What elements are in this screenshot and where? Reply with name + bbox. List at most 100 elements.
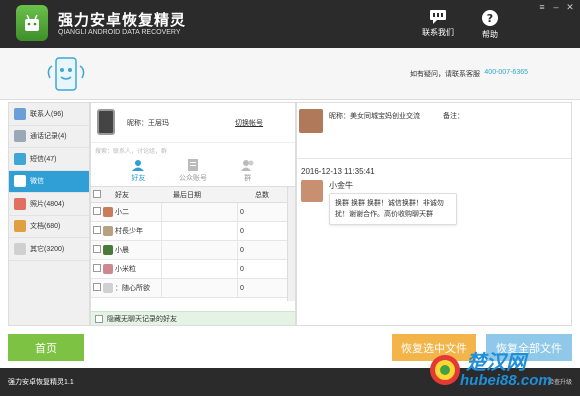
support-phone: 400-007-6365 bbox=[484, 69, 528, 76]
phone-mascot-icon bbox=[47, 57, 85, 91]
row-checkbox[interactable] bbox=[93, 264, 101, 274]
support-hint: 如有疑问，请联系客服 bbox=[410, 71, 480, 78]
sidebar-item-photos[interactable]: 照片(4804) bbox=[9, 193, 89, 216]
person-icon bbox=[132, 160, 145, 171]
tab-groups[interactable]: 群 bbox=[228, 159, 268, 183]
avatar bbox=[103, 264, 113, 274]
row-checkbox[interactable] bbox=[93, 245, 101, 255]
home-button[interactable]: 首页 bbox=[8, 334, 84, 361]
avatar bbox=[301, 180, 323, 202]
table-row[interactable]: 小米粒 0 bbox=[91, 260, 295, 279]
message-icon bbox=[14, 152, 26, 165]
sidebar-item-contacts[interactable]: 联系人(96) bbox=[9, 103, 89, 126]
watermark-title: 楚汉网 bbox=[466, 352, 526, 374]
app-logo bbox=[16, 5, 48, 41]
friend-list: 小二 0 村長少年 0 小晨 0 小米粒 0 ：随心所欲 0 bbox=[91, 203, 295, 298]
tab-label: 好友 bbox=[131, 175, 146, 182]
contact-header: 昵称：美女同城宝妈创业交流 备注： bbox=[297, 103, 571, 159]
svg-text:?: ? bbox=[487, 12, 493, 25]
account-nickname: 昵称：王层玛 bbox=[127, 120, 169, 127]
contact-note: 备注： bbox=[443, 113, 464, 120]
row-checkbox[interactable] bbox=[93, 207, 101, 217]
column-header-total: 总数 bbox=[255, 191, 269, 199]
app-subtitle: QIANGLI ANDROID DATA RECOVERY bbox=[58, 29, 181, 36]
phone-icon bbox=[14, 130, 26, 143]
sidebar-item-label: 照片(4804) bbox=[30, 200, 65, 208]
sidebar-item-sms[interactable]: 短信(47) bbox=[9, 148, 89, 171]
sidebar-item-label: 文档(680) bbox=[30, 223, 61, 231]
friend-name: 村長少年 bbox=[115, 228, 143, 235]
category-sidebar: 联系人(96) 通话记录(4) 短信(47) 微信 照片(4804) 文档(68… bbox=[8, 102, 90, 326]
row-checkbox[interactable] bbox=[93, 226, 101, 236]
hide-empty-label: 隐藏无聊天记录的好友 bbox=[107, 315, 177, 323]
contacts-icon bbox=[14, 107, 26, 120]
sidebar-item-label: 通话记录(4) bbox=[30, 133, 67, 141]
other-icon bbox=[14, 242, 26, 255]
chat-panel: 昵称：美女同城宝妈创业交流 备注： 2016-12-13 11:35:41 小金… bbox=[296, 102, 572, 326]
tab-bar: 好友 公众账号 群 bbox=[91, 157, 295, 187]
search-input[interactable]: 搜索：联系人，讨论组，群 bbox=[95, 143, 291, 157]
total-cell: 0 bbox=[237, 222, 244, 240]
help-icon: ? bbox=[482, 10, 498, 26]
group-icon bbox=[240, 160, 254, 171]
sidebar-item-label: 其它(3200) bbox=[30, 245, 65, 253]
avatar bbox=[103, 207, 113, 217]
sidebar-item-other[interactable]: 其它(3200) bbox=[9, 238, 89, 261]
photo-icon bbox=[14, 197, 26, 210]
table-row[interactable]: 村長少年 0 bbox=[91, 222, 295, 241]
message-timestamp: 2016-12-13 11:35:41 bbox=[301, 167, 375, 176]
document-icon bbox=[14, 220, 26, 233]
grid-header: 好友 最后日期 总数 bbox=[91, 187, 295, 203]
title-bar: 强力安卓恢复精灵 QIANGLI ANDROID DATA RECOVERY ≡… bbox=[0, 0, 580, 48]
tab-label: 公众账号 bbox=[178, 175, 207, 182]
document-icon bbox=[187, 159, 198, 171]
help-label: 帮助 bbox=[482, 30, 498, 39]
friend-name: 小米粒 bbox=[115, 266, 136, 273]
account-header: 昵称：王层玛 切换帐号 bbox=[91, 103, 295, 143]
hide-empty-checkbox[interactable] bbox=[95, 314, 103, 323]
sidebar-item-calls[interactable]: 通话记录(4) bbox=[9, 126, 89, 148]
row-checkbox[interactable] bbox=[93, 283, 101, 293]
sidebar-item-label: 微信 bbox=[30, 178, 44, 186]
device-icon bbox=[97, 109, 115, 135]
last-date-cell bbox=[161, 279, 162, 297]
friend-name: ：随心所欲 bbox=[115, 285, 150, 292]
app-title: 强力安卓恢复精灵 bbox=[58, 12, 187, 29]
last-date-cell bbox=[161, 260, 162, 278]
sidebar-item-label: 联系人(96) bbox=[30, 110, 64, 118]
select-all-checkbox[interactable] bbox=[93, 189, 101, 200]
help-button[interactable]: ? 帮助 bbox=[470, 10, 510, 40]
minimize-icon[interactable]: – bbox=[550, 2, 562, 12]
banner: 如有疑问，请联系客服 400-007-6365 bbox=[0, 48, 580, 100]
total-cell: 0 bbox=[237, 241, 244, 259]
watermark-url: hubei88.com bbox=[460, 372, 552, 389]
last-date-cell bbox=[161, 241, 162, 259]
close-icon[interactable]: ✕ bbox=[564, 2, 576, 13]
contact-us-button[interactable]: 联系我们 bbox=[418, 10, 458, 38]
tab-official-accounts[interactable]: 公众账号 bbox=[173, 159, 213, 183]
column-header-friend: 好友 bbox=[115, 191, 129, 199]
wechat-icon bbox=[14, 175, 26, 188]
table-row[interactable]: 小晨 0 bbox=[91, 241, 295, 260]
avatar bbox=[299, 109, 323, 133]
friends-panel: 昵称：王层玛 切换帐号 搜索：联系人，讨论组，群 好友 公众账号 群 好友 最后… bbox=[90, 102, 296, 326]
message-sender: 小金牛 bbox=[329, 181, 353, 190]
table-row[interactable]: 小二 0 bbox=[91, 203, 295, 222]
tab-friends[interactable]: 好友 bbox=[118, 159, 158, 183]
friend-name: 小二 bbox=[115, 209, 129, 216]
sidebar-item-documents[interactable]: 文档(680) bbox=[9, 216, 89, 238]
last-date-cell bbox=[161, 222, 162, 240]
switch-account-link[interactable]: 切换帐号 bbox=[235, 118, 263, 128]
total-cell: 0 bbox=[237, 279, 244, 297]
table-row[interactable]: ：随心所欲 0 bbox=[91, 279, 295, 298]
tab-label: 群 bbox=[244, 175, 252, 182]
menu-icon[interactable]: ≡ bbox=[536, 2, 548, 12]
scrollbar[interactable] bbox=[287, 187, 295, 301]
contact-us-label: 联系我们 bbox=[422, 28, 454, 37]
last-date-cell bbox=[161, 203, 162, 221]
hide-empty-toggle[interactable]: 隐藏无聊天记录的好友 bbox=[91, 311, 295, 325]
avatar bbox=[103, 245, 113, 255]
version-label: 强力安卓恢复精灵1.1 bbox=[8, 379, 74, 386]
sidebar-item-wechat[interactable]: 微信 bbox=[9, 170, 89, 193]
chat-bubble-icon bbox=[430, 10, 446, 24]
